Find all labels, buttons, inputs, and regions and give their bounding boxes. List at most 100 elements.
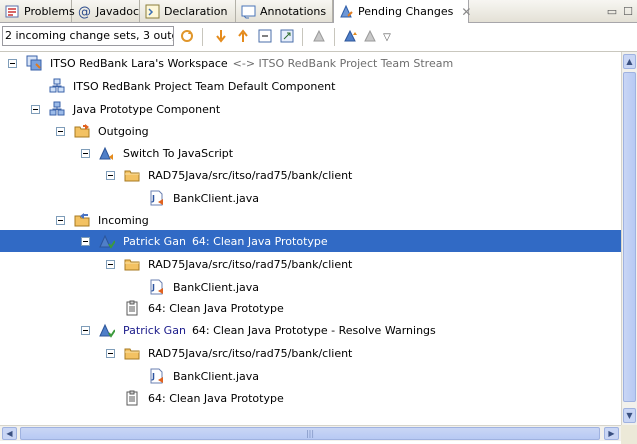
incoming-change-set-icon	[99, 322, 116, 338]
collapse-toggle-icon[interactable]	[81, 148, 90, 158]
tree-row[interactable]: J BankClient.java	[0, 276, 621, 298]
tree-node-label: BankClient.java	[173, 191, 260, 205]
collapse-toggle-icon[interactable]	[81, 325, 90, 335]
svg-text:@: @	[78, 5, 91, 19]
tree-row[interactable]: Patrick Gan 64: Clean Java Prototype	[0, 230, 621, 252]
arrow-up-icon	[235, 28, 251, 47]
tree-node-label: 64: Clean Java Prototype	[191, 234, 328, 248]
outgoing-folder-icon	[74, 123, 90, 139]
collapse-toggle-icon[interactable]	[31, 104, 40, 114]
expand-button[interactable]	[277, 27, 297, 47]
declaration-icon	[145, 4, 160, 19]
tab-label: Declaration	[164, 4, 228, 18]
tree-row[interactable]: RAD75Java/src/itso/rad75/bank/client	[0, 342, 621, 364]
accept-incoming-icon	[343, 28, 359, 47]
tree-row[interactable]: Switch To JavaScript	[0, 142, 621, 164]
tab-label: Annotations	[260, 4, 327, 18]
collapse-toggle-icon[interactable]	[106, 348, 115, 358]
svg-text:J: J	[151, 194, 155, 203]
folder-icon	[124, 345, 140, 361]
tree-node-label: ITSO RedBank Project Team Default Compon…	[73, 79, 336, 93]
annotations-icon	[241, 4, 256, 19]
work-item-icon	[124, 300, 140, 316]
tab-problems[interactable]: Problems	[0, 0, 75, 22]
tree-node-label: Java Prototype Component	[73, 102, 221, 116]
deliver-button[interactable]	[233, 27, 253, 47]
pending-changes-toolbar: 2 incoming change sets, 3 outgoing basel…	[0, 23, 637, 52]
tree-row[interactable]: J BankClient.java	[0, 187, 621, 209]
collapse-toggle-icon[interactable]	[8, 58, 17, 68]
expand-icon	[279, 28, 295, 47]
scrollbar-thumb[interactable]: |||	[20, 427, 600, 440]
view-controls: ▭ ☐	[607, 0, 637, 22]
scrollbar-thumb[interactable]	[623, 72, 636, 402]
change-set-author: Patrick Gan	[123, 323, 186, 337]
tree-node-label: RAD75Java/src/itso/rad75/bank/client	[148, 257, 353, 271]
tab-label: Pending Changes	[358, 5, 454, 18]
accept-incoming-button[interactable]	[341, 27, 361, 47]
minimize-icon[interactable]: ▭	[607, 5, 617, 18]
tree-node-label: RAD75Java/src/itso/rad75/bank/client	[148, 168, 353, 182]
tree-node-label: 64: Clean Java Prototype	[148, 391, 284, 405]
tree-row[interactable]: J BankClient.java	[0, 365, 621, 387]
deliver-outgoing-button[interactable]	[361, 27, 381, 47]
tab-label: Problems	[24, 4, 75, 18]
tree-row[interactable]: Patrick Gan 64: Clean Java Prototype - Re…	[0, 319, 621, 341]
tree-node-label: 64: Clean Java Prototype - Resolve Warni…	[191, 323, 436, 337]
horizontal-scrollbar[interactable]: ◀ ||| ▶	[0, 425, 621, 441]
java-file-icon: J	[149, 279, 165, 295]
toolbar-separator	[334, 28, 335, 46]
tab-declaration[interactable]: Declaration	[140, 0, 236, 22]
view-menu-button[interactable]: ▽	[381, 27, 393, 47]
accept-button[interactable]	[211, 27, 231, 47]
scroll-left-icon[interactable]: ◀	[2, 427, 17, 440]
incoming-folder-icon	[74, 212, 90, 228]
collapse-toggle-icon[interactable]	[56, 215, 65, 225]
tree-node-label: ITSO RedBank Lara's Workspace	[50, 56, 228, 70]
tree-node-label: 64: Clean Java Prototype	[148, 301, 284, 315]
tree-node-label: Incoming	[98, 213, 149, 227]
tree-row[interactable]: ITSO RedBank Project Team Default Compon…	[0, 75, 621, 97]
tab-annotations[interactable]: Annotations	[236, 0, 333, 22]
vertical-scrollbar[interactable]: ▲ ▼	[621, 52, 637, 425]
tree-row[interactable]: 64: Clean Java Prototype	[0, 297, 621, 319]
flow-target-label: <-> ITSO RedBank Project Team Stream	[232, 56, 454, 70]
scroll-down-icon[interactable]: ▼	[623, 408, 636, 423]
problems-icon	[5, 4, 20, 19]
close-icon[interactable]: ✕	[461, 5, 471, 19]
tab-javadoc[interactable]: @ Javadoc	[72, 0, 140, 22]
scroll-up-icon[interactable]: ▲	[623, 54, 636, 69]
javadoc-icon: @	[77, 4, 92, 20]
collapse-all-button[interactable]	[255, 27, 275, 47]
tree-row[interactable]: RAD75Java/src/itso/rad75/bank/client	[0, 164, 621, 186]
view-tab-bar: Problems @ Javadoc Declaration Annotatio…	[0, 0, 637, 23]
tree-row[interactable]: Outgoing	[0, 120, 621, 142]
collapse-toggle-icon[interactable]	[56, 126, 65, 136]
component-icon	[49, 78, 65, 94]
tree-row[interactable]: 64: Clean Java Prototype	[0, 387, 621, 409]
change-set-icon	[99, 145, 115, 161]
scroll-right-icon[interactable]: ▶	[604, 427, 619, 440]
deliver-outgoing-icon	[363, 28, 379, 47]
collapse-all-icon	[257, 28, 273, 47]
tree-row[interactable]: Incoming	[0, 209, 621, 231]
pending-changes-icon	[339, 4, 354, 19]
maximize-icon[interactable]: ☐	[623, 5, 633, 18]
refresh-icon	[179, 28, 195, 47]
folder-icon	[124, 167, 140, 183]
tree-node-label: BankClient.java	[173, 369, 260, 383]
toolbar-separator	[302, 28, 303, 46]
collapse-toggle-icon[interactable]	[81, 236, 90, 246]
team-action-button[interactable]	[309, 27, 329, 47]
tree-row[interactable]: Java Prototype Component	[0, 98, 621, 120]
refresh-button[interactable]	[177, 27, 197, 47]
chevron-down-icon: ▽	[383, 31, 391, 43]
tree-row[interactable]: ITSO RedBank Lara's Workspace <-> ITSO Re…	[0, 52, 621, 74]
tree-row[interactable]: RAD75Java/src/itso/rad75/bank/client	[0, 253, 621, 275]
collapse-toggle-icon[interactable]	[106, 170, 115, 180]
tab-pending-changes[interactable]: Pending Changes ✕	[333, 0, 471, 23]
tree-node-label: RAD75Java/src/itso/rad75/bank/client	[148, 346, 353, 360]
collapse-toggle-icon[interactable]	[106, 259, 115, 269]
svg-text:J: J	[151, 283, 155, 292]
toolbar-separator	[202, 28, 203, 46]
